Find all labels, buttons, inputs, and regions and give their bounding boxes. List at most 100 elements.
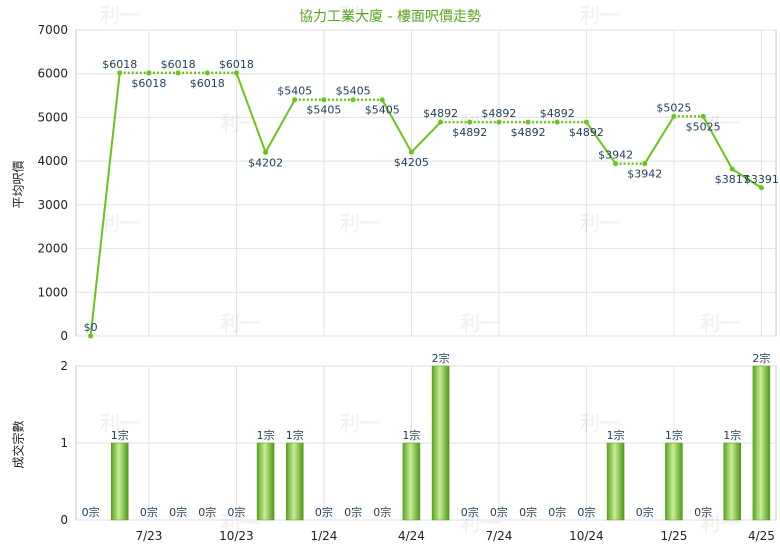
price-data-label: $3942 (627, 168, 662, 181)
price-point (613, 161, 619, 167)
price-data-label: $0 (84, 321, 98, 334)
chart-root: 協力工業大廈 - 樓面呎價走勢 平均呎價 成交宗數 0 1000 2000 3000 4… (0, 0, 780, 550)
price-ytick-label: 7000 (37, 23, 68, 37)
count-data-label: 1宗 (402, 428, 420, 442)
price-ytick-label: 3000 (37, 198, 68, 212)
watermark-8: 利一 (580, 211, 620, 235)
price-data-label: $4892 (540, 107, 575, 120)
x-tick-label: 10/24 (569, 529, 604, 543)
count-bar (723, 442, 741, 521)
price-plot-area (75, 29, 777, 337)
watermark-0: 利一 (100, 3, 140, 27)
count-bar (286, 442, 304, 521)
price-data-label: $6018 (219, 58, 254, 71)
count-ytick-label: 2 (60, 359, 68, 373)
price-point (146, 70, 152, 76)
count-data-label: 0宗 (344, 505, 362, 519)
price-point (758, 185, 764, 191)
count-bar (665, 442, 683, 521)
watermark-9: 利一 (220, 311, 260, 335)
price-data-label: $5405 (336, 85, 371, 98)
count-data-label: 1宗 (257, 428, 275, 442)
count-bar (111, 442, 129, 521)
price-point (408, 149, 414, 155)
price-ytick-label: 6000 (37, 67, 68, 81)
count-data-label: 0宗 (636, 505, 654, 519)
price-data-label: $6018 (131, 77, 166, 90)
price-point (175, 70, 181, 76)
price-data-label: $5025 (686, 120, 721, 133)
price-point (321, 97, 327, 103)
count-data-label: 0宗 (694, 505, 712, 519)
price-point (204, 70, 210, 76)
price-ytick-label: 2000 (37, 242, 68, 256)
price-point (88, 333, 94, 339)
price-point (496, 119, 502, 125)
price-ytick-label: 5000 (37, 110, 68, 124)
price-data-label: $4205 (394, 156, 429, 169)
price-data-label: $5405 (277, 85, 312, 98)
price-data-label: $6018 (190, 77, 225, 90)
count-bar (606, 442, 625, 521)
watermark-7: 利一 (340, 211, 380, 235)
price-point (583, 119, 589, 125)
count-data-label: 1宗 (286, 428, 304, 442)
count-data-label: 1宗 (111, 428, 129, 442)
count-bar (752, 365, 771, 521)
count-data-label: 2宗 (432, 351, 450, 365)
price-data-label: $6018 (102, 58, 137, 71)
count-data-label: 0宗 (169, 505, 187, 519)
price-point (700, 113, 706, 119)
count-data-label: 0宗 (548, 505, 566, 519)
count-bar (402, 442, 421, 521)
watermark-13: 利一 (340, 411, 380, 435)
count-bar (431, 365, 450, 521)
price-data-label: $4892 (481, 107, 516, 120)
count-data-label: 0宗 (198, 505, 216, 519)
count-data-label: 0宗 (82, 505, 100, 519)
price-data-label: $6018 (161, 58, 196, 71)
price-data-label: $5405 (365, 104, 400, 117)
x-tick-label: 4/25 (748, 529, 775, 543)
price-point (671, 113, 677, 119)
count-data-label: 2宗 (752, 351, 770, 365)
count-data-label: 0宗 (140, 505, 158, 519)
price-point (554, 119, 560, 125)
price-point (729, 166, 735, 172)
count-ytick-label: 0 (60, 513, 68, 527)
watermark-6: 利一 (100, 211, 140, 235)
x-tick-label: 7/24 (485, 529, 512, 543)
price-ytick-label: 4000 (37, 154, 68, 168)
x-tick-label: 1/24 (310, 529, 337, 543)
count-bar (256, 442, 275, 521)
price-point (467, 119, 473, 125)
price-point (379, 97, 385, 103)
price-data-label: $4892 (423, 107, 458, 120)
price-point (350, 97, 356, 103)
count-data-label: 0宗 (227, 505, 245, 519)
count-data-label: 0宗 (577, 505, 595, 519)
count-data-label: 0宗 (519, 505, 537, 519)
x-tick-label: 10/23 (219, 529, 254, 543)
count-data-label: 1宗 (665, 428, 683, 442)
price-point (438, 119, 444, 125)
price-ytick-label: 1000 (37, 285, 68, 299)
price-point (233, 70, 239, 76)
chart-svg: 01000200030004000500060007000012利一 利一 利一利一… (37, 3, 779, 543)
price-point (263, 149, 269, 155)
price-point (292, 97, 298, 103)
watermark-2: 利一 (580, 3, 620, 27)
x-tick-label: 7/23 (135, 529, 162, 543)
price-data-label: $4892 (511, 126, 546, 139)
price-ytick-label: 0 (60, 329, 68, 343)
count-data-label: 0宗 (373, 505, 391, 519)
price-data-label: $4892 (569, 126, 604, 139)
price-point (117, 70, 123, 76)
watermark-10: 利一 (460, 311, 500, 335)
count-ytick-label: 1 (60, 436, 68, 450)
price-data-label: $4202 (248, 156, 283, 169)
price-point (525, 119, 531, 125)
price-data-label: $3391 (744, 173, 779, 186)
price-data-label: $5025 (656, 101, 691, 114)
count-data-label: 0宗 (490, 505, 508, 519)
